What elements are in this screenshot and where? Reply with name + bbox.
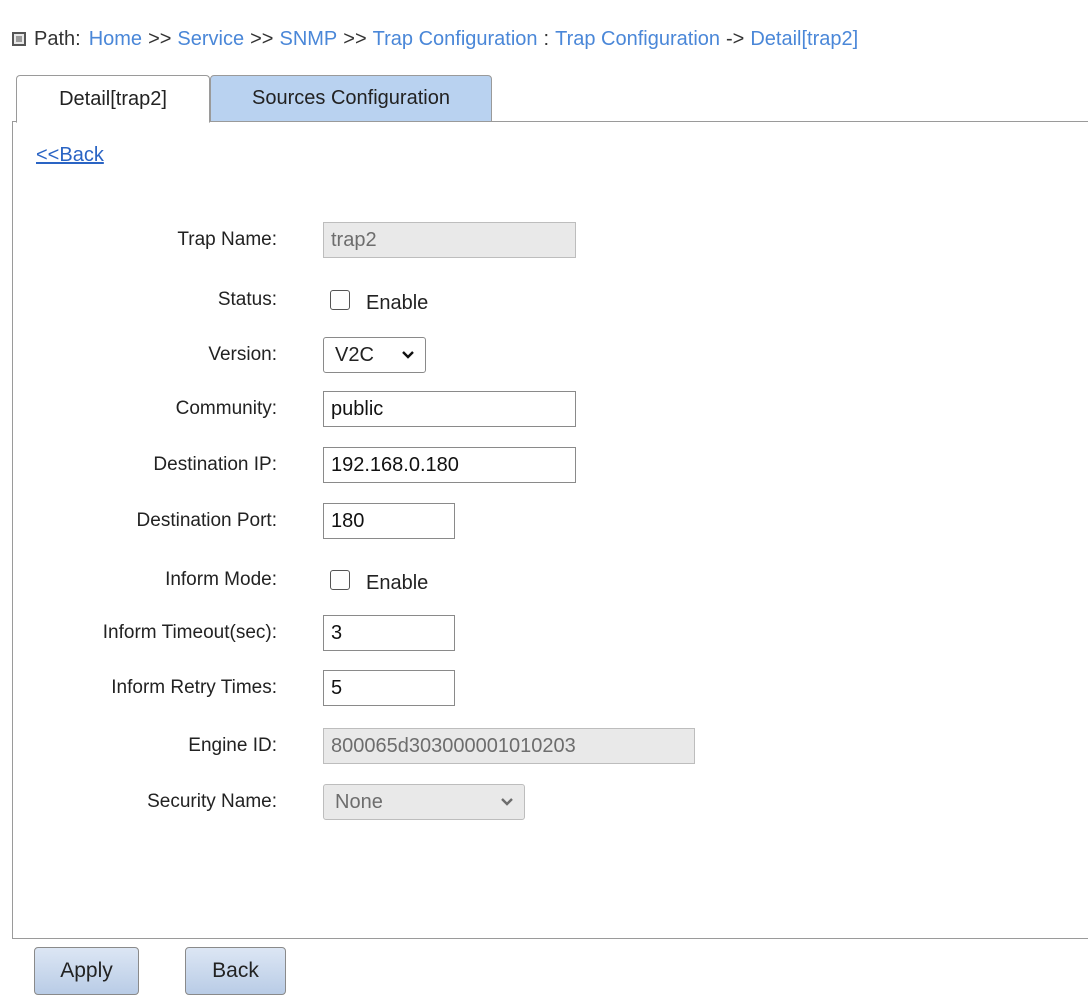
back-link[interactable]: <<Back <box>36 144 104 167</box>
breadcrumb-snmp[interactable]: SNMP <box>279 28 337 51</box>
engine-id-label: Engine ID: <box>188 735 277 756</box>
community-label: Community: <box>175 398 277 419</box>
breadcrumb-trap-configuration[interactable]: Trap Configuration <box>373 28 538 51</box>
destination-ip-field[interactable] <box>323 447 576 483</box>
inform-mode-label: Inform Mode: <box>165 569 277 590</box>
path-label: Path: <box>34 27 81 50</box>
security-name-value: None <box>335 790 383 813</box>
breadcrumb-separator: -> <box>726 27 745 50</box>
row-inform-mode: Inform Mode: Enable <box>0 562 1088 598</box>
engine-id-field <box>323 728 695 764</box>
tab-bar: Detail[trap2] Sources Configuration <box>0 70 1088 123</box>
breadcrumb-separator: >> <box>250 27 274 50</box>
version-value: V2C <box>335 343 374 366</box>
version-label: Version: <box>208 344 277 365</box>
inform-mode-checkbox-group: Enable <box>330 562 428 598</box>
row-inform-timeout: Inform Timeout(sec): <box>0 615 1088 651</box>
breadcrumb-detail[interactable]: Detail[trap2] <box>750 28 858 51</box>
row-version: Version: V2C <box>0 337 1088 373</box>
row-engine-id: Engine ID: <box>0 728 1088 764</box>
back-button[interactable]: Back <box>185 947 286 995</box>
destination-port-label: Destination Port: <box>136 510 277 531</box>
breadcrumb-separator: >> <box>148 27 172 50</box>
tab-sources-configuration[interactable]: Sources Configuration <box>210 75 492 122</box>
status-checkbox-group: Enable <box>330 282 428 318</box>
destination-port-field[interactable] <box>323 503 455 539</box>
chevron-down-icon <box>501 798 513 806</box>
row-security-name: Security Name: None <box>0 784 1088 820</box>
inform-retry-field[interactable] <box>323 670 455 706</box>
status-label: Status: <box>217 289 277 310</box>
destination-ip-label: Destination IP: <box>153 454 277 475</box>
security-name-select: None <box>323 784 525 820</box>
row-trap-name: Trap Name: <box>0 222 1088 258</box>
breadcrumb-separator: >> <box>343 27 367 50</box>
inform-mode-enable-checkbox[interactable] <box>330 570 350 590</box>
row-community: Community: <box>0 391 1088 427</box>
inform-mode-enable-label: Enable <box>366 571 429 594</box>
inform-timeout-field[interactable] <box>323 615 455 651</box>
inform-timeout-label: Inform Timeout(sec): <box>102 622 277 643</box>
row-destination-ip: Destination IP: <box>0 447 1088 483</box>
breadcrumb-service[interactable]: Service <box>177 28 244 51</box>
chevron-down-icon <box>402 351 414 359</box>
row-status: Status: Enable <box>0 282 1088 318</box>
apply-button[interactable]: Apply <box>34 947 139 995</box>
path-icon <box>12 32 26 46</box>
status-enable-label: Enable <box>366 291 429 314</box>
trap-name-label: Trap Name: <box>177 229 277 250</box>
breadcrumb-trap-configuration-page[interactable]: Trap Configuration <box>555 28 720 51</box>
trap-name-field <box>323 222 576 258</box>
status-enable-checkbox[interactable] <box>330 290 350 310</box>
inform-retry-label: Inform Retry Times: <box>111 677 277 698</box>
security-name-label: Security Name: <box>147 791 277 812</box>
breadcrumb: Path: Home >> Service >> SNMP >> Trap Co… <box>12 24 858 54</box>
breadcrumb-home[interactable]: Home <box>89 28 142 51</box>
version-select[interactable]: V2C <box>323 337 426 373</box>
breadcrumb-separator: : <box>543 27 550 50</box>
row-destination-port: Destination Port: <box>0 503 1088 539</box>
tab-detail[interactable]: Detail[trap2] <box>16 75 210 123</box>
row-inform-retry: Inform Retry Times: <box>0 670 1088 706</box>
community-field[interactable] <box>323 391 576 427</box>
